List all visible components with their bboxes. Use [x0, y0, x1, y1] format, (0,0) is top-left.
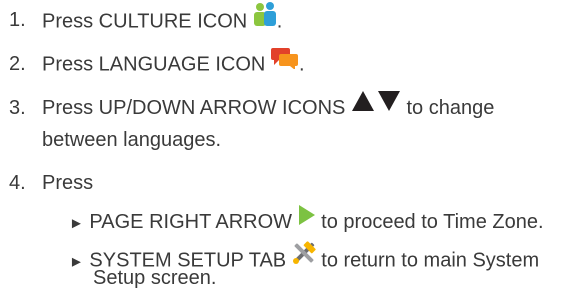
- substep-text-end: to proceed to Time Zone.: [321, 211, 544, 233]
- substep-text-end: to return to main System: [321, 249, 540, 272]
- page-right-arrow-icon: [298, 204, 316, 236]
- step-number: 4.: [9, 172, 26, 194]
- culture-icon: [253, 1, 277, 37]
- step-number: 1.: [9, 9, 26, 31]
- substep-text: PAGE RIGHT ARROW: [89, 211, 293, 233]
- step-text-end: .: [298, 53, 305, 76]
- bullet-arrow: ►: [69, 253, 84, 271]
- substep-page-right: ► PAGE RIGHT ARROW to proceed to Time Zo…: [69, 204, 544, 240]
- step-number: 2.: [9, 53, 26, 75]
- step-text: Press UP/DOWN ARROW ICONS: [42, 97, 346, 119]
- up-down-arrow-icons: [351, 90, 401, 122]
- step-text: Press LANGUAGE ICON: [42, 53, 266, 76]
- instructions-page: 1. Press CULTURE ICON . 2. Press LANGUAG…: [0, 0, 571, 296]
- step-text-end: .: [276, 10, 283, 33]
- substep-system-setup-continuation: Setup screen.: [93, 267, 217, 289]
- step-text-end: to change: [406, 97, 495, 119]
- system-setup-tab-icon: [292, 241, 316, 275]
- step-3-continuation: between languages.: [42, 129, 222, 151]
- bullet-arrow: ►: [69, 215, 84, 232]
- step-text: Press CULTURE ICON: [42, 10, 248, 33]
- language-icon: [270, 45, 299, 79]
- step-text: Press: [42, 172, 94, 194]
- step-number: 3.: [9, 97, 26, 119]
